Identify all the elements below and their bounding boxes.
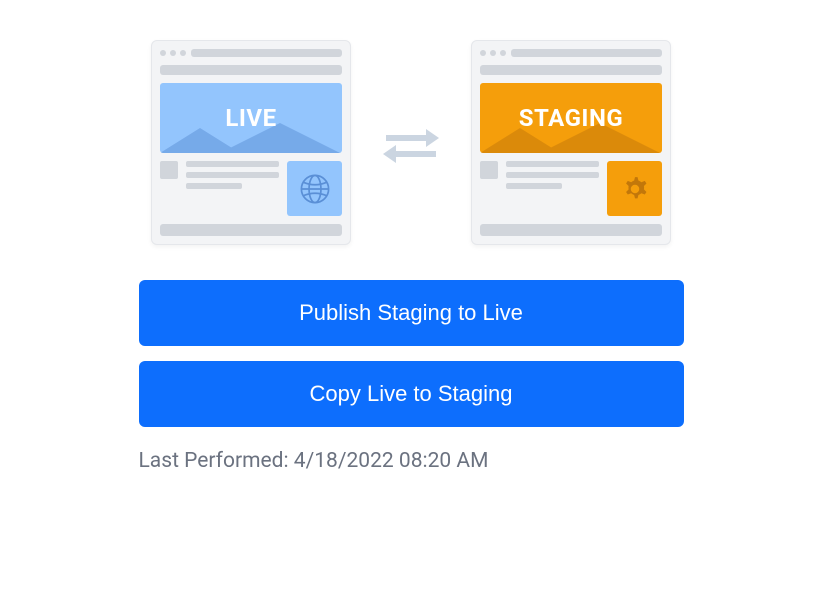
publish-staging-button[interactable]: Publish Staging to Live — [139, 280, 684, 346]
action-buttons: Publish Staging to Live Copy Live to Sta… — [139, 280, 684, 427]
staging-illustration: LIVE — [151, 40, 671, 245]
live-hero: LIVE — [160, 83, 342, 153]
staging-label: STAGING — [519, 104, 624, 132]
browser-chrome — [160, 49, 342, 57]
browser-chrome — [480, 49, 662, 57]
globe-icon — [287, 161, 342, 216]
gear-icon — [607, 161, 662, 216]
last-performed-timestamp: 4/18/2022 08:20 AM — [294, 449, 489, 473]
last-performed-label: Last Performed: — [139, 449, 294, 473]
live-site-card: LIVE — [151, 40, 351, 245]
live-label: LIVE — [225, 104, 276, 132]
staging-site-card: STAGING — [471, 40, 671, 245]
staging-hero: STAGING — [480, 83, 662, 153]
last-performed-status: Last Performed: 4/18/2022 08:20 AM — [139, 449, 684, 473]
copy-live-button[interactable]: Copy Live to Staging — [139, 361, 684, 427]
swap-arrows-icon — [381, 123, 441, 163]
